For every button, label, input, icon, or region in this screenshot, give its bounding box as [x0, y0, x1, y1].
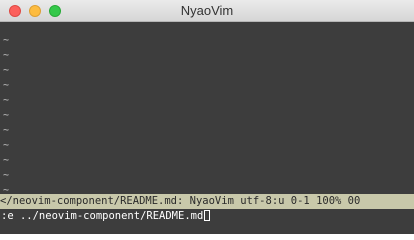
empty-line-marker: ~	[3, 65, 10, 76]
text-cursor	[204, 210, 211, 221]
empty-line-marker: ~	[3, 170, 10, 181]
title-bar[interactable]: NyaoVim	[0, 0, 414, 22]
empty-line-marker: ~	[3, 110, 10, 121]
editor-buffer[interactable]: ~ ~ ~ ~ ~ ~ ~ ~ ~ ~ ~	[0, 22, 414, 196]
empty-line-marker: ~	[3, 140, 10, 151]
command-line-text: :e ../neovim-component/README.md	[1, 210, 204, 222]
status-line: </neovim-component/README.md: NyaoVim ut…	[0, 194, 414, 209]
nyaovim-window: NyaoVim ~ ~ ~ ~ ~ ~ ~ ~ ~ ~ ~ </neovim-c…	[0, 0, 414, 234]
empty-line-marker: ~	[3, 95, 10, 106]
bottom-padding	[0, 224, 414, 234]
empty-line-marker: ~	[3, 80, 10, 91]
empty-line-marker: ~	[3, 155, 10, 166]
command-line[interactable]: :e ../neovim-component/README.md	[0, 209, 414, 224]
status-line-text: </neovim-component/README.md: NyaoVim ut…	[0, 195, 361, 207]
empty-line-marker: ~	[3, 125, 10, 136]
empty-line-marker: ~	[3, 35, 10, 46]
window-title: NyaoVim	[180, 3, 234, 18]
empty-line-marker: ~	[3, 50, 10, 61]
command-line-input[interactable]: :e ../neovim-component/README.md	[1, 209, 211, 224]
